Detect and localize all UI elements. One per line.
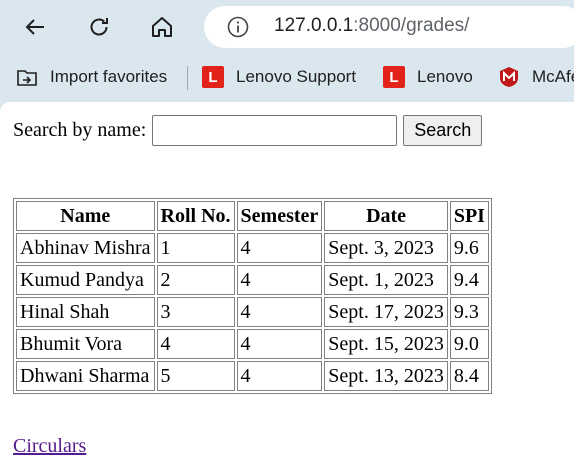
favorite-lenovo[interactable]: L Lenovo xyxy=(383,64,473,90)
favorite-label: McAfee xyxy=(532,67,574,86)
cell-roll-no: 5 xyxy=(156,361,235,391)
table-row: Abhinav Mishra 1 4 Sept. 3, 2023 9.6 xyxy=(16,233,489,263)
browser-toolbar: 127.0.0.1:8000/grades/ xyxy=(0,0,574,54)
header-spi: SPI xyxy=(449,201,489,231)
table-row: Hinal Shah 3 4 Sept. 17, 2023 9.3 xyxy=(16,297,489,327)
cell-roll-no: 3 xyxy=(156,297,235,327)
header-date: Date xyxy=(324,201,448,231)
search-label: Search by name: xyxy=(13,118,147,141)
cell-spi: 9.3 xyxy=(449,297,489,327)
cell-date: Sept. 15, 2023 xyxy=(324,329,448,359)
search-input[interactable] xyxy=(152,114,398,146)
favorite-mcafee[interactable]: McAfee xyxy=(498,64,574,90)
favorites-bar: Import favorites L Lenovo Support L Leno… xyxy=(0,54,574,102)
cell-spi: 9.6 xyxy=(449,233,489,263)
home-icon[interactable] xyxy=(144,9,180,45)
favorite-lenovo-support[interactable]: L Lenovo Support xyxy=(202,64,356,90)
table-header-row: Name Roll No. Semester Date SPI xyxy=(16,201,489,231)
header-roll-no: Roll No. xyxy=(156,201,235,231)
cell-date: Sept. 17, 2023 xyxy=(324,297,448,327)
info-icon[interactable] xyxy=(226,15,250,39)
header-semester: Semester xyxy=(236,201,323,231)
favorite-label: Lenovo Support xyxy=(236,67,357,86)
lenovo-logo-icon: L xyxy=(202,66,224,88)
favorites-divider xyxy=(187,66,188,90)
cell-date: Sept. 13, 2023 xyxy=(324,361,448,391)
cell-spi: 9.4 xyxy=(449,265,489,295)
cell-spi: 8.4 xyxy=(449,361,489,391)
cell-date: Sept. 3, 2023 xyxy=(324,233,448,263)
back-icon[interactable] xyxy=(17,9,53,45)
circulars-link[interactable]: Circulars xyxy=(13,435,86,458)
cell-date: Sept. 1, 2023 xyxy=(324,265,448,295)
cell-spi: 9.0 xyxy=(449,329,489,359)
mcafee-logo-icon xyxy=(500,67,518,87)
header-name: Name xyxy=(16,201,155,231)
cell-semester: 4 xyxy=(236,297,323,327)
cell-name: Kumud Pandya xyxy=(16,265,155,295)
table-row: Bhumit Vora 4 4 Sept. 15, 2023 9.0 xyxy=(16,329,489,359)
url-path: :8000/grades/ xyxy=(353,15,470,36)
grades-table: Name Roll No. Semester Date SPI Abhinav … xyxy=(13,198,492,394)
cell-roll-no: 4 xyxy=(156,329,235,359)
table-row: Kumud Pandya 2 4 Sept. 1, 2023 9.4 xyxy=(16,265,489,295)
favorite-label: Import favorites xyxy=(50,67,168,86)
search-button[interactable]: Search xyxy=(403,114,483,146)
url-host: 127.0.0.1 xyxy=(274,15,354,36)
cell-name: Hinal Shah xyxy=(16,297,155,327)
cell-name: Abhinav Mishra xyxy=(16,233,155,263)
favorite-label: Lenovo xyxy=(417,67,473,86)
reload-icon[interactable] xyxy=(81,9,117,45)
lenovo-logo-icon: L xyxy=(383,66,405,88)
favorite-import-favorites[interactable]: Import favorites xyxy=(16,64,167,90)
cell-semester: 4 xyxy=(236,233,323,263)
table-row: Dhwani Sharma 5 4 Sept. 13, 2023 8.4 xyxy=(16,361,489,391)
cell-name: Bhumit Vora xyxy=(16,329,155,359)
cell-name: Dhwani Sharma xyxy=(16,361,155,391)
cell-roll-no: 1 xyxy=(156,233,235,263)
cell-semester: 4 xyxy=(236,361,323,391)
cell-semester: 4 xyxy=(236,265,323,295)
cell-semester: 4 xyxy=(236,329,323,359)
cell-roll-no: 2 xyxy=(156,265,235,295)
url-text: 127.0.0.1:8000/grades/ xyxy=(274,15,469,37)
import-favorites-icon xyxy=(17,70,37,86)
page-content: Search by name: Search Name Roll No. Sem… xyxy=(0,102,574,467)
address-bar[interactable]: 127.0.0.1:8000/grades/ xyxy=(204,6,574,48)
search-form: Search by name: Search xyxy=(13,114,483,146)
